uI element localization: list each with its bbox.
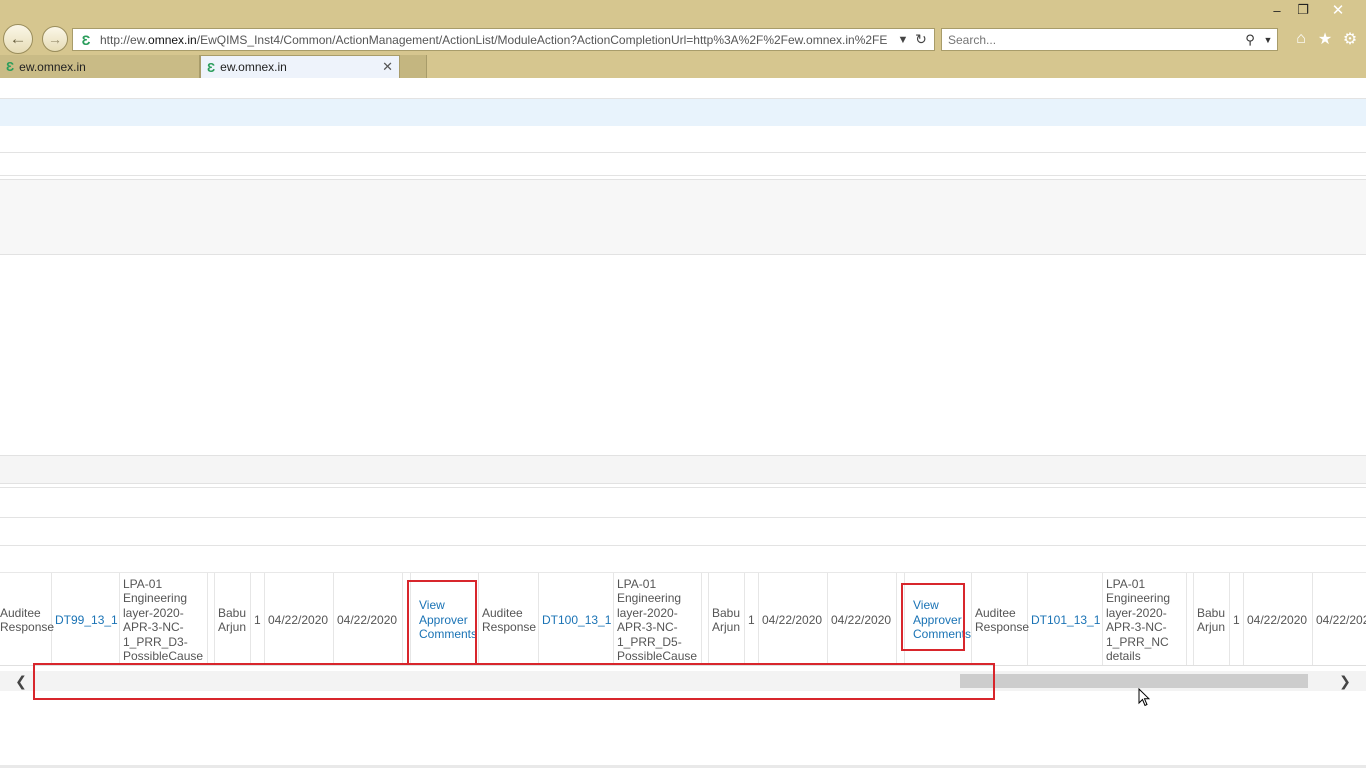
owner-cell: Babu Arjun bbox=[1194, 573, 1230, 665]
view-approver-comments-link[interactable]: View Approver Comments bbox=[905, 573, 972, 665]
owner-cell: Babu Arjun bbox=[709, 573, 745, 665]
divider bbox=[0, 517, 1366, 518]
forward-arrow-icon[interactable]: → bbox=[42, 26, 68, 52]
browser-search[interactable]: ⚲ ▼ bbox=[941, 28, 1278, 51]
scroll-left-icon[interactable]: ❮ bbox=[10, 671, 32, 691]
spacer-cell bbox=[403, 573, 411, 665]
back-arrow-icon[interactable]: ← bbox=[3, 24, 33, 54]
tab-favicon-icon: Ɛ bbox=[6, 59, 15, 74]
search-input[interactable] bbox=[948, 32, 1241, 47]
address-bar[interactable]: Ɛ http://ew.omnex.in/EwQIMS_Inst4/Common… bbox=[72, 28, 935, 51]
date-cell: 04/22/2020 bbox=[759, 573, 828, 665]
restore-icon[interactable]: ❐ bbox=[1290, 0, 1316, 20]
action-grid: Auditee Response DT99_13_1 LPA-01 Engine… bbox=[0, 572, 1366, 666]
star-icon[interactable]: ★ bbox=[1314, 29, 1336, 49]
site-favicon-icon: Ɛ bbox=[81, 31, 91, 48]
owner-cell: Babu Arjun bbox=[215, 573, 251, 665]
spacer-cell bbox=[208, 573, 215, 665]
horizontal-scrollbar[interactable]: ❮ ❯ bbox=[0, 671, 1366, 691]
divider bbox=[0, 487, 1366, 488]
browser-chrome: – ❐ ✕ ← → Ɛ http://ew.omnex.in/EwQIMS_In… bbox=[0, 0, 1366, 78]
tab-favicon-icon: Ɛ bbox=[207, 59, 216, 75]
divider bbox=[0, 545, 1366, 546]
spacer-cell bbox=[1187, 573, 1194, 665]
search-icon[interactable]: ⚲ bbox=[1241, 32, 1259, 48]
spacer-cell bbox=[897, 573, 905, 665]
home-icon[interactable]: ⌂ bbox=[1290, 29, 1312, 49]
gear-icon[interactable]: ⚙ bbox=[1339, 29, 1361, 49]
table-row: Auditee Response DT99_13_1 LPA-01 Engine… bbox=[0, 573, 1366, 665]
description-cell: LPA-01 Engineering layer-2020-APR-3-NC-1… bbox=[1103, 573, 1187, 665]
search-dropdown-icon[interactable]: ▼ bbox=[1259, 35, 1277, 45]
section-header bbox=[0, 455, 1366, 484]
divider bbox=[0, 175, 1366, 176]
response-type-cell: Auditee Response bbox=[972, 573, 1029, 665]
window-controls: – ❐ ✕ bbox=[1264, 0, 1360, 22]
new-tab-button[interactable] bbox=[400, 55, 427, 78]
tab-2-active[interactable]: Ɛ ew.omnex.in ✕ bbox=[200, 55, 400, 78]
tab-1[interactable]: Ɛ ew.omnex.in bbox=[0, 55, 200, 78]
date-cell: 04/22/202 bbox=[1313, 573, 1366, 665]
mouse-cursor-icon bbox=[1138, 688, 1150, 707]
header-band bbox=[0, 99, 1366, 126]
count-cell: 1 bbox=[251, 573, 265, 665]
scrollbar-thumb[interactable] bbox=[960, 674, 1308, 688]
count-cell: 1 bbox=[745, 573, 759, 665]
minimize-icon[interactable]: – bbox=[1264, 0, 1290, 20]
filter-panel bbox=[0, 179, 1366, 255]
count-cell: 1 bbox=[1230, 573, 1244, 665]
tab-label: ew.omnex.in bbox=[19, 59, 86, 74]
tab-bar: Ɛ ew.omnex.in Ɛ ew.omnex.in ✕ bbox=[0, 55, 427, 78]
action-id-link[interactable]: DT101_13_1 bbox=[1028, 573, 1103, 665]
refresh-icon[interactable]: ↻ bbox=[912, 31, 930, 48]
close-tab-icon[interactable]: ✕ bbox=[382, 59, 393, 75]
view-approver-comments-link[interactable]: View Approver Comments bbox=[411, 573, 479, 665]
response-type-cell: Auditee Response bbox=[479, 573, 539, 665]
tab-label: ew.omnex.in bbox=[220, 60, 287, 74]
address-dropdown-icon[interactable]: ▼ bbox=[894, 34, 912, 46]
description-cell: LPA-01 Engineering layer-2020-APR-3-NC-1… bbox=[120, 573, 208, 665]
date-cell: 04/22/2020 bbox=[828, 573, 897, 665]
date-cell: 04/22/2020 bbox=[265, 573, 334, 665]
divider bbox=[0, 152, 1366, 153]
action-id-link[interactable]: DT100_13_1 bbox=[539, 573, 614, 665]
spacer-cell bbox=[702, 573, 709, 665]
description-cell: LPA-01 Engineering layer-2020-APR-3-NC-1… bbox=[614, 573, 702, 665]
response-type-cell: Auditee Response bbox=[0, 573, 54, 665]
scroll-right-icon[interactable]: ❯ bbox=[1334, 671, 1356, 691]
close-window-icon[interactable]: ✕ bbox=[1316, 0, 1360, 20]
action-id-link[interactable]: DT99_13_1 bbox=[52, 573, 120, 665]
date-cell: 04/22/2020 bbox=[1244, 573, 1313, 665]
date-cell: 04/22/2020 bbox=[334, 573, 403, 665]
address-url[interactable]: http://ew.omnex.in/EwQIMS_Inst4/Common/A… bbox=[100, 33, 894, 47]
